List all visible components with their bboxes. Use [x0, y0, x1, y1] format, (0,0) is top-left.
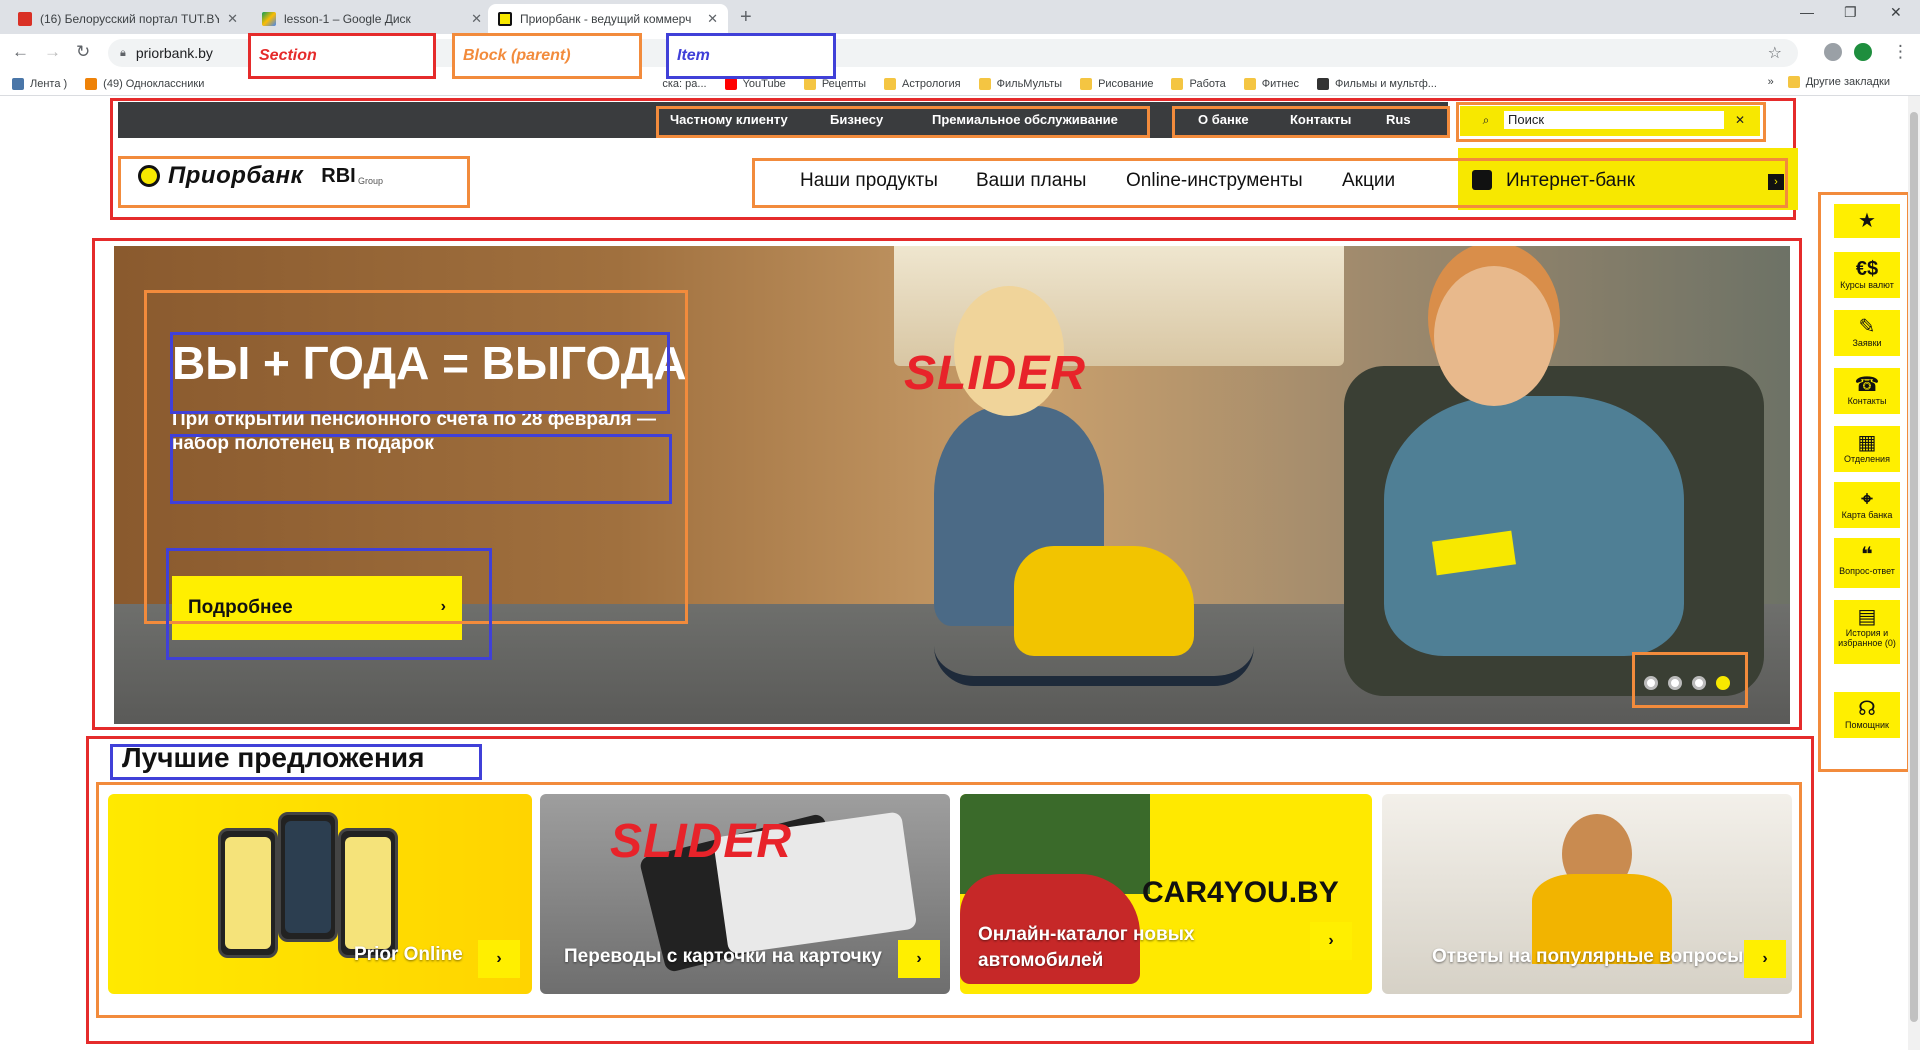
profile-icon[interactable]: [1824, 43, 1842, 61]
extension-shield-icon[interactable]: [1854, 43, 1872, 61]
quick-label: Помощник: [1844, 720, 1889, 730]
quick-faq-button[interactable]: ❝ Вопрос-ответ: [1834, 538, 1900, 588]
topbar-right-block-outline: [1172, 106, 1450, 138]
bookmark-item[interactable]: Фильмы и мультф...: [1317, 77, 1437, 90]
logo-block-outline: [118, 156, 470, 208]
building-icon: ▦: [1857, 432, 1877, 454]
folder-icon: [803, 77, 816, 90]
youtube-icon: [724, 77, 737, 90]
priorbank-favicon-icon: [498, 12, 512, 26]
tab-tutby[interactable]: (16) Белорусский портал TUT.BY ✕: [8, 4, 248, 34]
quick-label: Вопрос-ответ: [1839, 566, 1895, 576]
chat-icon: ❝: [1861, 544, 1873, 566]
hero-subtitle-item-outline: [170, 434, 672, 504]
bookmark-item[interactable]: (49) Одноклассники: [85, 77, 204, 90]
hero-picture-woman: [1384, 396, 1684, 656]
quick-history-button[interactable]: ▤ История и избранное (0): [1834, 600, 1900, 664]
best-title-item-outline: [110, 744, 482, 780]
legend-section: Section: [248, 33, 436, 79]
phone-icon: ☎: [1854, 374, 1880, 396]
slider-dots-block-outline: [1632, 652, 1748, 708]
quick-assistant-button[interactable]: ☊ Помощник: [1834, 692, 1900, 738]
back-icon[interactable]: ←: [12, 42, 29, 62]
folder-icon: [883, 77, 896, 90]
hero-picture-woman-head: [1434, 266, 1554, 406]
close-window-icon[interactable]: ✕: [1890, 4, 1902, 21]
google-drive-favicon-icon: [262, 12, 276, 26]
star-icon: ★: [1858, 210, 1876, 232]
forward-icon[interactable]: →: [44, 42, 61, 62]
priorbank-page: Частному клиенту Бизнесу Премиальное обс…: [0, 96, 1920, 1050]
tab-title: lesson-1 – Google Диск: [284, 12, 411, 26]
bookmark-item[interactable]: Работа: [1171, 77, 1226, 90]
quick-rates-button[interactable]: €$ Курсы валют: [1834, 252, 1900, 298]
folder-icon: [1171, 77, 1184, 90]
bookmark-item[interactable]: Астрология: [883, 77, 961, 90]
headset-icon: ☊: [1858, 698, 1876, 720]
map-pin-icon: ⌖: [1861, 488, 1873, 510]
maximize-icon[interactable]: ❐: [1844, 4, 1857, 21]
film-icon: [1317, 77, 1330, 90]
quick-label: Заявки: [1852, 338, 1882, 348]
url-text: priorbank.by: [135, 45, 213, 61]
menu-icon[interactable]: ⋮: [1892, 42, 1909, 62]
scrollbar-thumb[interactable]: [1910, 112, 1918, 1022]
bookmark-item[interactable]: ФильМульты: [978, 77, 1062, 90]
close-icon[interactable]: ✕: [471, 11, 482, 27]
other-bookmarks[interactable]: Другие закладки: [1787, 76, 1890, 88]
new-tab-icon[interactable]: +: [740, 6, 752, 29]
hero-picture-rocker: [934, 646, 1254, 686]
bookmark-item[interactable]: Рецепты: [803, 77, 866, 90]
hero-title-item-outline: [170, 332, 670, 414]
bookmark-item[interactable]: YouTube: [724, 77, 786, 90]
bookmark-star-icon[interactable]: ☆: [1768, 43, 1782, 63]
topbar-links-block-outline: [656, 106, 1150, 138]
close-icon[interactable]: ✕: [707, 11, 718, 27]
quick-requests-button[interactable]: ✎ Заявки: [1834, 310, 1900, 356]
folder-icon: [1243, 77, 1256, 90]
legend-item: Item: [666, 33, 836, 79]
ok-icon: [85, 77, 98, 90]
offers-block-outline: [96, 782, 1802, 1018]
page-scrollbar[interactable]: [1908, 96, 1920, 1050]
reload-icon[interactable]: ↻: [76, 42, 90, 62]
browser-tab-bar: (16) Белорусский портал TUT.BY ✕ lesson-…: [0, 0, 1920, 34]
quick-label: Отделения: [1844, 454, 1890, 464]
quick-map-button[interactable]: ⌖ Карта банка: [1834, 482, 1900, 528]
quick-contacts-button[interactable]: ☎ Контакты: [1834, 368, 1900, 414]
folder-icon: [1080, 77, 1093, 90]
quick-label: Контакты: [1847, 396, 1887, 406]
quick-branches-button[interactable]: ▦ Отделения: [1834, 426, 1900, 472]
search-block-outline: [1456, 102, 1766, 142]
bookmarks-more-icon[interactable]: »: [1768, 76, 1774, 88]
folder-icon: [978, 77, 991, 90]
history-icon: ▤: [1857, 606, 1877, 628]
folder-icon: [1787, 76, 1800, 88]
quick-favorite-button[interactable]: ★: [1834, 204, 1900, 238]
lock-icon: 🔒︎: [120, 46, 126, 59]
minimize-icon[interactable]: —: [1800, 4, 1814, 20]
nav-block-outline: [752, 158, 1788, 208]
tab-priorbank[interactable]: Приорбанк - ведущий коммерч ✕: [488, 4, 728, 34]
tab-title: (16) Белорусский портал TUT.BY: [40, 12, 220, 26]
hero-picture-rocking-horse: [1014, 546, 1194, 656]
tab-title: Приорбанк - ведущий коммерч: [520, 12, 692, 26]
edit-icon: ✎: [1858, 316, 1876, 338]
quick-label: Курсы валют: [1840, 280, 1894, 290]
vk-icon: [12, 77, 24, 90]
slider-watermark: SLIDER: [904, 347, 1087, 400]
quick-label: История и избранное (0): [1838, 628, 1896, 648]
bookmark-item[interactable]: ска: ра...: [662, 78, 706, 90]
tab-google-drive[interactable]: lesson-1 – Google Диск ✕: [252, 4, 492, 34]
quick-label: Карта банка: [1841, 510, 1893, 520]
tutby-favicon-icon: [18, 12, 32, 26]
hero-button-item-outline: [166, 548, 492, 660]
legend-block: Block (parent): [452, 33, 642, 79]
bookmark-item[interactable]: Фитнес: [1243, 77, 1299, 90]
close-icon[interactable]: ✕: [227, 11, 238, 27]
currency-icon: €$: [1855, 258, 1879, 280]
bookmark-item[interactable]: Лента ): [12, 77, 67, 90]
bookmark-item[interactable]: Рисование: [1080, 77, 1153, 90]
